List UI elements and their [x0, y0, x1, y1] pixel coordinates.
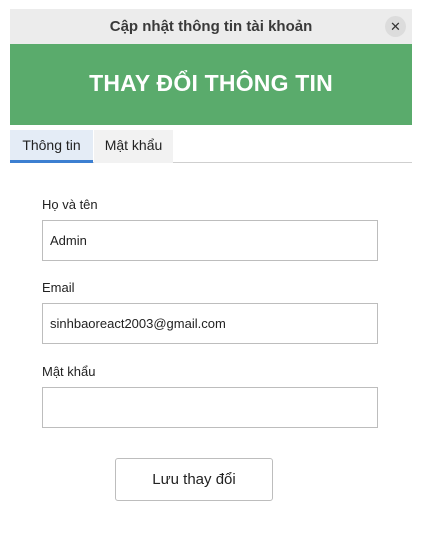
email-label: Email — [42, 280, 75, 295]
name-field[interactable]: Admin — [42, 220, 378, 261]
account-dialog: Cập nhật thông tin tài khoản ✕ THAY ĐỔI … — [10, 9, 412, 545]
password-label: Mật khẩu — [42, 364, 96, 379]
name-label: Họ và tên — [42, 197, 98, 212]
tab-bar: Thông tin Mật khẩu — [10, 130, 412, 163]
save-button[interactable]: Lưu thay đổi — [115, 458, 273, 501]
tab-info[interactable]: Thông tin — [10, 130, 93, 163]
window-title: Cập nhật thông tin tài khoản — [109, 18, 313, 35]
close-icon[interactable]: ✕ — [385, 16, 406, 37]
password-field[interactable] — [42, 387, 378, 428]
banner-heading: THAY ĐỔI THÔNG TIN — [89, 70, 333, 96]
email-field[interactable]: sinhbaoreact2003@gmail.com — [42, 303, 378, 344]
title-bar: Cập nhật thông tin tài khoản ✕ — [10, 9, 412, 44]
tab-password[interactable]: Mật khẩu — [94, 130, 173, 163]
header-banner: THAY ĐỔI THÔNG TIN — [10, 44, 412, 125]
